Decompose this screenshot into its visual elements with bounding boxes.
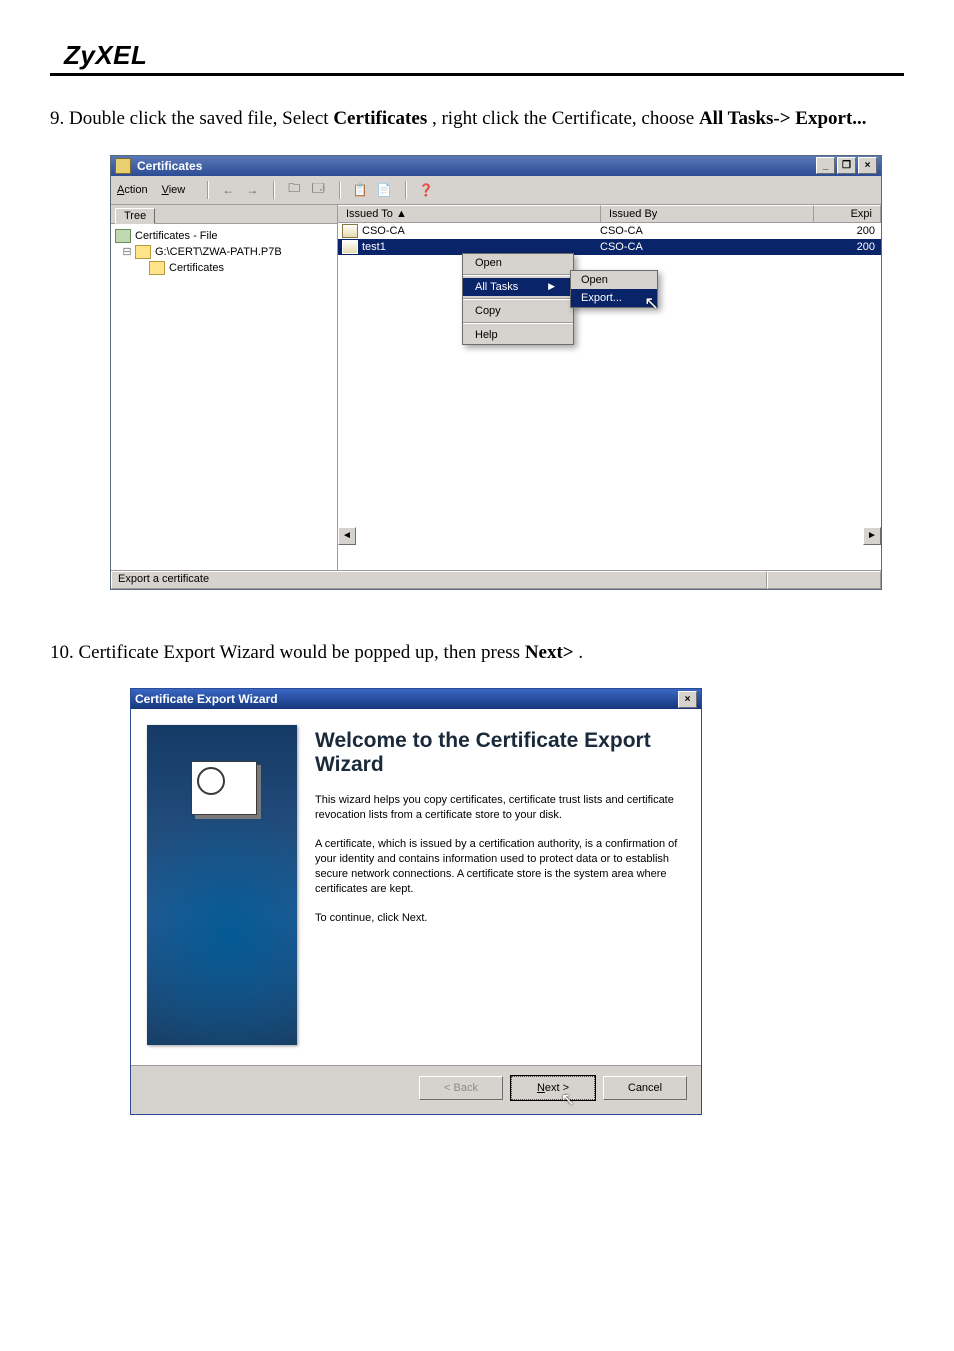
folder-open-icon [149, 261, 165, 275]
wizard-p1: This wizard helps you copy certificates,… [315, 793, 681, 823]
menu-toolbar: Action View ← → 🗀 🗔 📋 📄 ❓ [111, 176, 881, 205]
minimize-button[interactable]: _ [816, 157, 835, 174]
status-extra [767, 571, 881, 589]
cert-exp: 200 [825, 241, 881, 253]
scroll-left-button[interactable]: ◄ [338, 527, 356, 545]
ctx-help[interactable]: Help [463, 326, 573, 344]
certificate-icon [342, 224, 358, 238]
ctx-all-tasks-label: All Tasks [475, 281, 518, 293]
wizard-title: Certificate Export Wizard [135, 692, 278, 706]
ctx-open[interactable]: Open [463, 254, 573, 272]
cert-by: CSO-CA [596, 225, 825, 237]
tree-root-label: Certificates - File [135, 230, 218, 242]
back-button[interactable]: ← [217, 179, 239, 201]
certificates-window: Certificates _ ❐ × Action View ← → 🗀 🗔 📋… [110, 155, 882, 590]
header-rule [50, 73, 904, 76]
view-menu[interactable]: View [162, 184, 186, 196]
tree-tab[interactable]: Tree [115, 208, 155, 224]
certificate-icon [342, 240, 358, 254]
step10-bold: Next> [525, 642, 574, 663]
step-9-text: 9. Double click the saved file, Select C… [50, 106, 904, 133]
cert-name: test1 [362, 241, 386, 253]
console-root-icon [115, 229, 131, 243]
cert-row[interactable]: CSO-CA CSO-CA 200 [338, 223, 881, 239]
wizard-close-button[interactable]: × [678, 691, 697, 708]
expander-icon[interactable]: ⊟ [119, 245, 135, 258]
ctx-all-tasks[interactable]: All Tasks ▶ [463, 278, 573, 296]
step9-bold1: Certificates [333, 108, 427, 129]
folder-icon [135, 245, 151, 259]
wizard-p3: To continue, click Next. [315, 911, 681, 926]
title-bar: Certificates _ ❐ × [111, 156, 881, 176]
app-icon [115, 158, 131, 174]
context-menu: Open All Tasks ▶ Copy Help [462, 253, 574, 345]
ctx-sub-export[interactable]: Export... [571, 289, 657, 307]
tree-root[interactable]: Certificates - File [113, 228, 335, 244]
help-icon[interactable]: ❓ [415, 179, 437, 201]
step10-suffix: . [578, 642, 583, 663]
col-issued-by[interactable]: Issued By [601, 205, 814, 222]
forward-button[interactable]: → [241, 179, 263, 201]
context-submenu: Open Export... [570, 270, 658, 308]
col-issued-to[interactable]: Issued To ▲ [338, 205, 601, 222]
tree-pane: Tree Certificates - File ⊟ G:\CERT\ZWA-P… [111, 205, 338, 570]
ctx-copy[interactable]: Copy [463, 302, 573, 320]
col-expiration[interactable]: Expi [814, 205, 881, 222]
tree-node[interactable]: ⊟ G:\CERT\ZWA-PATH.P7B [113, 244, 335, 260]
up-button[interactable]: 🗀 [283, 179, 305, 201]
step9-bold2: All Tasks-> Export... [699, 108, 867, 129]
properties-button[interactable]: 🗔 [307, 179, 329, 201]
scroll-right-button[interactable]: ► [863, 527, 881, 545]
list-pane: Issued To ▲ Issued By Expi CSO-CA CSO-CA… [338, 205, 881, 570]
action-menu[interactable]: Action [117, 184, 148, 196]
certificate-export-wizard: Certificate Export Wizard × Welcome to t… [130, 688, 702, 1115]
submenu-caret-icon: ▶ [548, 281, 555, 292]
next-button[interactable]: Next > [511, 1076, 595, 1100]
step9-mid: , right click the Certificate, choose [432, 108, 699, 129]
tree-node-label: G:\CERT\ZWA-PATH.P7B [155, 246, 282, 258]
window-title: Certificates [137, 159, 202, 173]
wizard-p2: A certificate, which is issued by a cert… [315, 837, 681, 896]
step9-prefix: 9. Double click the saved file, Select [50, 108, 333, 129]
cert-by: CSO-CA [596, 241, 825, 253]
wizard-side-image [147, 725, 297, 1045]
back-button: < Back [419, 1076, 503, 1100]
cancel-button[interactable]: Cancel [603, 1076, 687, 1100]
wizard-title-bar: Certificate Export Wizard × [131, 689, 701, 709]
copy-button[interactable]: 📋 [349, 179, 371, 201]
status-bar: Export a certificate [111, 570, 881, 589]
status-text: Export a certificate [111, 571, 767, 589]
close-button[interactable]: × [858, 157, 877, 174]
ctx-sub-open[interactable]: Open [571, 271, 657, 289]
cert-name: CSO-CA [362, 225, 405, 237]
export-list-button[interactable]: 📄 [373, 179, 395, 201]
brand-name: ZyXEL [64, 40, 904, 71]
ctx-sub-export-label: Export... [581, 292, 622, 304]
tree-leaf[interactable]: Certificates [113, 260, 335, 276]
maximize-button[interactable]: ❐ [837, 157, 856, 174]
step-10-text: 10. Certificate Export Wizard would be p… [50, 640, 904, 667]
cert-exp: 200 [825, 225, 881, 237]
step10-prefix: 10. Certificate Export Wizard would be p… [50, 642, 525, 663]
cert-row-selected[interactable]: test1 CSO-CA 200 [338, 239, 881, 255]
tree-leaf-label: Certificates [169, 262, 224, 274]
wizard-heading: Welcome to the Certificate Export Wizard [315, 729, 681, 777]
